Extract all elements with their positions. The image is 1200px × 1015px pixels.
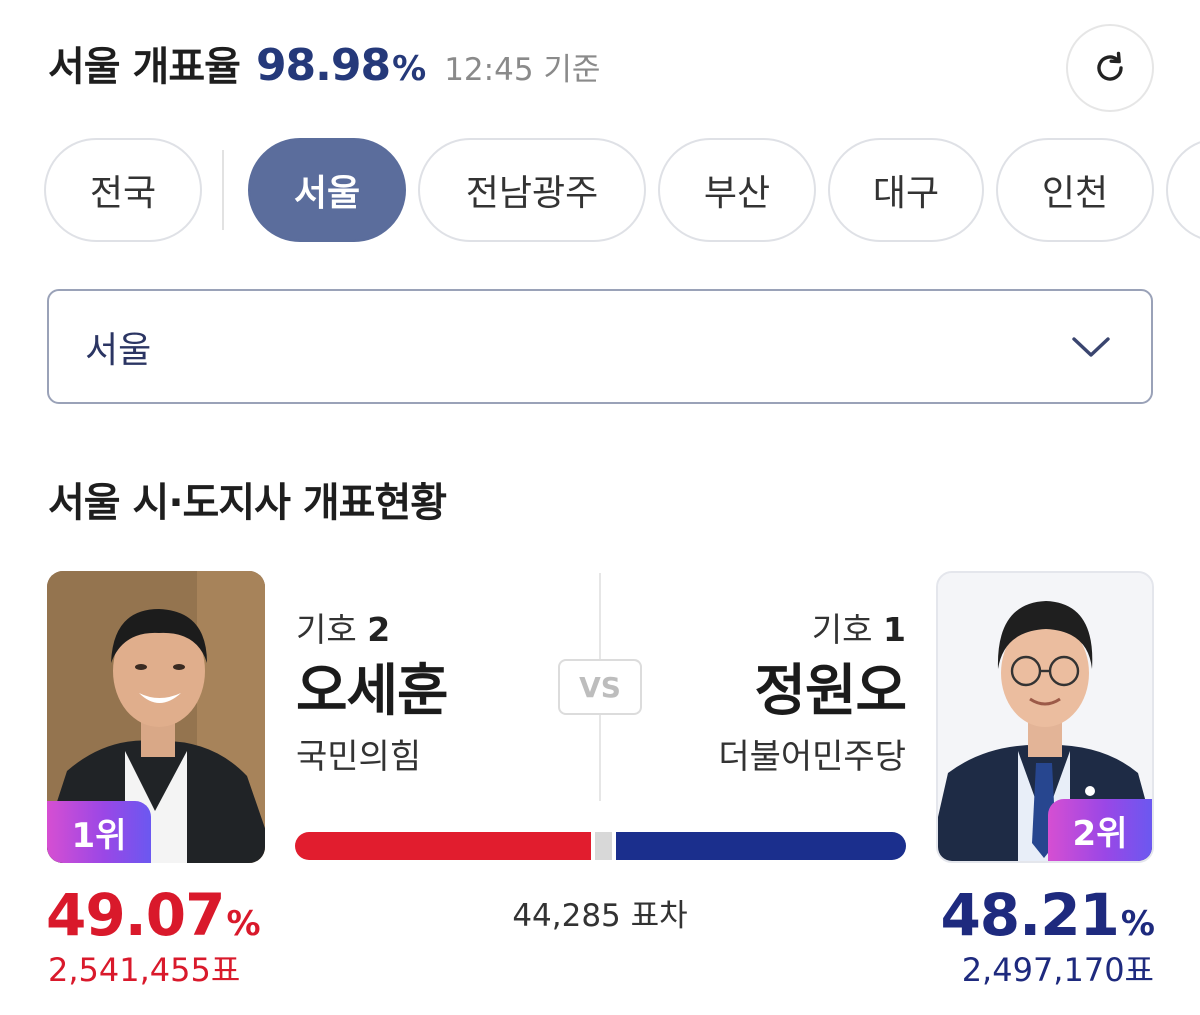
update-time: 12:45 기준 — [444, 52, 601, 88]
region-tab-national[interactable]: 전국 — [44, 138, 202, 242]
section-title: 서울 시·도지사 개표현황 — [48, 480, 447, 526]
rank-badge-left: 1위 — [47, 801, 151, 863]
candidate-photo-right: 2위 — [936, 571, 1154, 863]
vote-share-bar — [295, 832, 906, 860]
candidate-number-value-right: 1 — [883, 610, 906, 649]
candidate-number-label-left: 기호 — [296, 610, 357, 649]
region-tab-seoul[interactable]: 서울 — [248, 138, 406, 242]
region-select[interactable]: 서울 — [47, 289, 1153, 404]
candidate-votes-right: 2,497,170표 — [961, 951, 1154, 989]
page-title: 서울 개표율 — [48, 44, 241, 90]
vote-share-bar-right — [616, 832, 906, 860]
vote-difference: 44,285 표차 — [512, 898, 688, 934]
candidate-votes-left: 2,541,455표 — [48, 951, 241, 989]
candidate-party-right: 더불어민주당 — [718, 737, 906, 777]
refresh-icon — [1097, 51, 1123, 81]
candidate-name-right: 정원오 — [754, 659, 907, 724]
candidate-number-right: 기호 1 — [640, 606, 906, 654]
region-tab-more[interactable] — [1166, 138, 1200, 242]
region-tab-busan[interactable]: 부산 — [658, 138, 816, 242]
candidate-number-value-left: 2 — [367, 610, 391, 649]
candidate-percent-value-right: 48.21 — [940, 881, 1119, 949]
region-tab-incheon[interactable]: 인천 — [996, 138, 1154, 242]
region-tab-jeonnam-gwangju[interactable]: 전남광주 — [418, 138, 646, 242]
candidate-percent-value-left: 49.07 — [46, 881, 225, 949]
region-select-value: 서울 — [85, 329, 152, 371]
candidate-party-left: 국민의힘 — [296, 737, 422, 777]
refresh-button[interactable] — [1066, 24, 1154, 112]
candidate-number-left: 기호 2 — [296, 606, 448, 654]
candidate-name-left: 오세훈 — [296, 659, 449, 724]
candidate-percent-unit-right: % — [1120, 904, 1155, 944]
header: 서울 개표율 98.98 % 12:45 기준 — [48, 34, 600, 98]
region-tab-daegu[interactable]: 대구 — [828, 138, 984, 242]
candidate-photo-left: 1위 — [47, 571, 265, 863]
count-rate-unit: % — [392, 49, 427, 89]
rank-badge-right: 2위 — [1048, 799, 1152, 861]
chevron-down-icon — [1072, 336, 1110, 357]
candidate-percent-unit-left: % — [226, 904, 260, 944]
vs-badge: VS — [558, 659, 642, 715]
region-tabs: 전국 서울 전남광주 부산 대구 인천 — [44, 138, 1200, 242]
candidate-number-label-right: 기호 — [811, 610, 873, 649]
count-rate: 98.98 — [255, 40, 391, 91]
vote-share-bar-left — [295, 832, 591, 860]
tab-divider — [222, 150, 224, 230]
candidate-info-right: 기호 1 정원오 더불어민주당 — [640, 606, 907, 784]
candidate-info-left: 기호 2 오세훈 국민의힘 — [296, 606, 449, 784]
vote-share-bar-other — [595, 832, 612, 860]
